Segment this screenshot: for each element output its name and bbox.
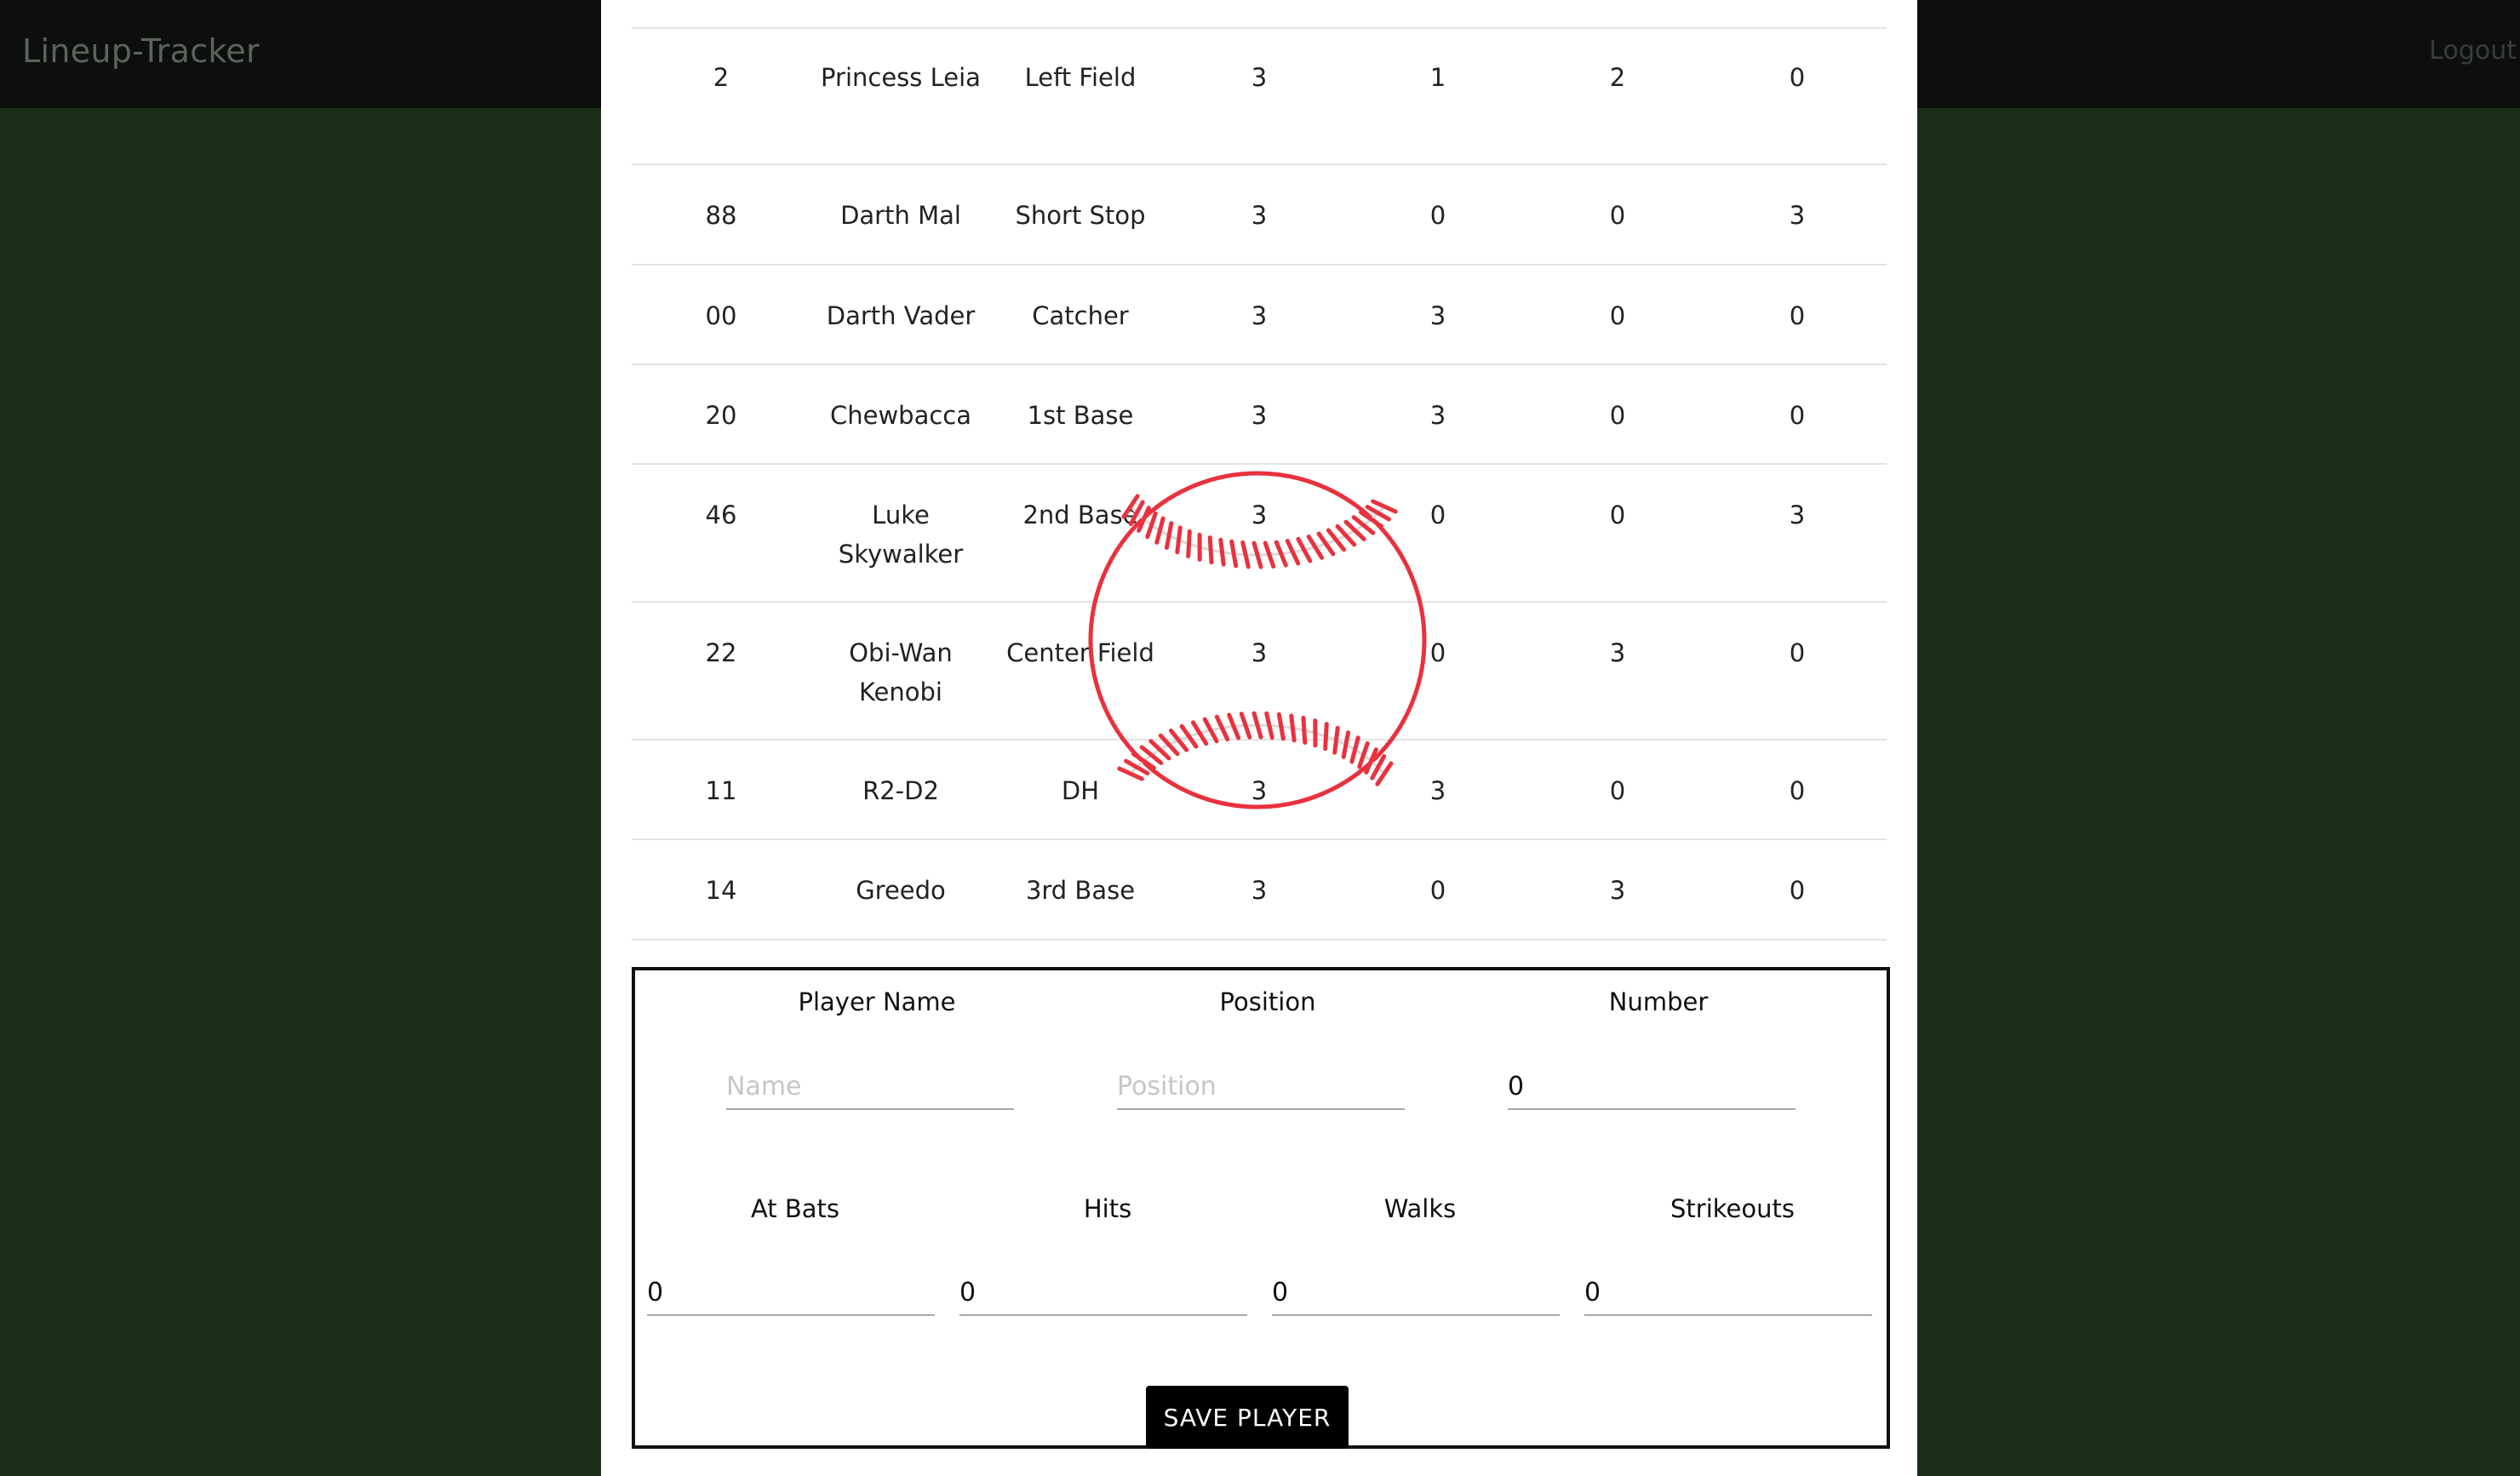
table-row: 2 Princess Leia Left Field 3 1 2 0 — [632, 27, 1887, 165]
position-label: Position — [1219, 987, 1316, 1016]
player-name-cell: Chewbacca — [829, 401, 972, 430]
hits-cell: 0 — [1429, 201, 1446, 230]
strikeouts-cell: 0 — [1789, 876, 1806, 905]
at-bats-cell: 3 — [1251, 401, 1268, 430]
walks-input[interactable] — [1272, 1270, 1560, 1316]
at-bats-label: At Bats — [750, 1194, 840, 1223]
player-number-cell: 22 — [705, 638, 737, 667]
hits-input[interactable] — [959, 1270, 1247, 1316]
table-row: 88 Darth Mal Short Stop 3 0 0 3 — [632, 165, 1887, 266]
at-bats-input[interactable] — [647, 1270, 935, 1316]
player-position-cell: 1st Base — [1027, 401, 1134, 430]
number-label: Number — [1608, 987, 1709, 1016]
at-bats-cell: 3 — [1251, 301, 1268, 330]
player-name-cell: Princess Leia — [821, 63, 981, 92]
player-position-cell: Catcher — [1032, 301, 1129, 330]
player-number-cell: 00 — [705, 301, 737, 330]
walks-cell: 0 — [1609, 776, 1626, 805]
player-name-cell: Darth Mal — [840, 201, 961, 230]
strikeouts-cell: 0 — [1789, 401, 1806, 430]
player-name-input[interactable] — [726, 1064, 1014, 1110]
walks-label: Walks — [1383, 1194, 1457, 1223]
walks-cell: 3 — [1609, 638, 1626, 667]
save-player-button[interactable]: SAVE PLAYER — [1146, 1386, 1349, 1449]
hits-cell: 0 — [1429, 876, 1446, 905]
strikeouts-cell: 3 — [1789, 501, 1806, 529]
player-number-cell: 14 — [705, 876, 737, 905]
walks-cell: 3 — [1609, 876, 1626, 905]
at-bats-cell: 3 — [1251, 201, 1268, 230]
walks-cell: 0 — [1609, 301, 1626, 330]
position-input[interactable] — [1117, 1064, 1405, 1110]
strikeouts-label: Strikeouts — [1670, 1194, 1795, 1223]
hits-cell: 3 — [1429, 401, 1446, 430]
strikeouts-cell: 0 — [1789, 63, 1806, 92]
player-number-cell: 2 — [713, 63, 730, 92]
player-number-cell: 46 — [705, 501, 737, 529]
walks-cell: 0 — [1609, 401, 1626, 430]
player-name-cell: Obi-Wan Kenobi — [849, 638, 953, 707]
player-name-cell: R2-D2 — [862, 776, 939, 805]
walks-cell: 0 — [1609, 201, 1626, 230]
number-input[interactable] — [1508, 1064, 1796, 1110]
strikeouts-cell: 0 — [1789, 638, 1806, 667]
hits-cell: 1 — [1429, 63, 1446, 92]
player-number-cell: 20 — [705, 401, 737, 430]
strikeouts-cell: 3 — [1789, 201, 1806, 230]
table-row: 14 Greedo 3rd Base 3 0 3 0 — [632, 840, 1887, 941]
player-name-cell: Luke Skywalker — [838, 501, 964, 569]
table-row: 20 Chewbacca 1st Base 3 3 0 0 — [632, 365, 1887, 465]
add-player-form: Player Name Position Number At Bats Hits… — [632, 967, 1890, 1449]
player-name-cell: Darth Vader — [826, 301, 976, 330]
walks-cell: 0 — [1609, 501, 1626, 529]
table-row: 00 Darth Vader Catcher 3 3 0 0 — [632, 266, 1887, 365]
player-number-cell: 88 — [705, 201, 737, 230]
hits-cell: 3 — [1429, 301, 1446, 330]
baseball-stitches — [1117, 494, 1398, 787]
strikeouts-cell: 0 — [1789, 301, 1806, 330]
player-number-cell: 11 — [705, 776, 737, 805]
at-bats-cell: 3 — [1251, 876, 1268, 905]
player-position-cell: Short Stop — [1015, 201, 1146, 230]
player-position-cell: 3rd Base — [1025, 876, 1136, 905]
hits-label: Hits — [1083, 1194, 1132, 1223]
walks-cell: 2 — [1609, 63, 1626, 92]
strikeouts-cell: 0 — [1789, 776, 1806, 805]
baseball-icon — [1088, 471, 1427, 810]
strikeouts-input[interactable] — [1584, 1270, 1872, 1316]
player-position-cell: Left Field — [1024, 63, 1137, 92]
player-name-label: Player Name — [798, 987, 956, 1016]
at-bats-cell: 3 — [1251, 63, 1268, 92]
logout-link[interactable]: Logout — [2429, 36, 2517, 66]
player-name-cell: Greedo — [856, 876, 946, 905]
brand-link[interactable]: Lineup-Tracker — [22, 32, 260, 70]
